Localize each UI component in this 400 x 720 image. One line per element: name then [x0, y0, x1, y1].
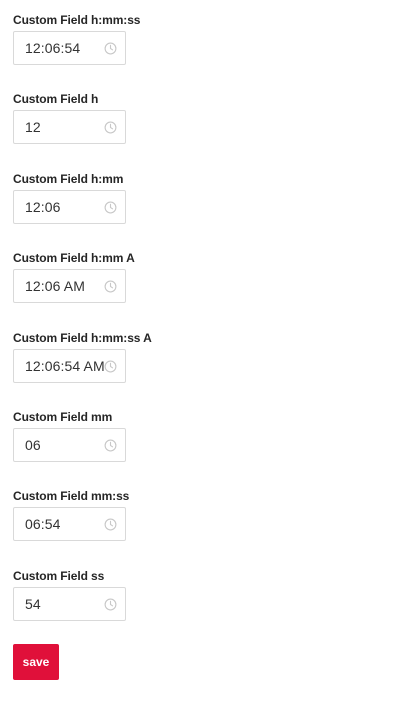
field-ss: Custom Field ss 54: [13, 569, 373, 648]
field-label: Custom Field h:mm:ss A: [13, 330, 152, 345]
field-label: Custom Field mm: [13, 409, 113, 424]
save-button[interactable]: save: [13, 644, 59, 680]
time-input-ss[interactable]: 54: [13, 586, 126, 621]
clock-icon: [104, 360, 117, 373]
field-h-mm-a: Custom Field h:mm A 12:06 AM: [13, 251, 373, 330]
time-input-h[interactable]: 12: [13, 110, 126, 145]
custom-fields-form: Custom Field h:mm:ss 12:06:54 Custom Fie…: [13, 13, 373, 648]
field-mm-ss: Custom Field mm:ss 06:54: [13, 489, 373, 568]
time-value: 12:06: [25, 198, 61, 215]
field-label: Custom Field ss: [13, 568, 105, 583]
time-value: 12: [25, 119, 41, 136]
clock-icon: [104, 121, 117, 134]
field-label: Custom Field h: [13, 92, 99, 107]
clock-icon: [104, 518, 117, 531]
time-value: 54: [25, 595, 41, 612]
field-h-mm-ss: Custom Field h:mm:ss 12:06:54: [13, 13, 373, 92]
time-input-h-mm-a[interactable]: 12:06 AM: [13, 269, 126, 304]
field-mm: Custom Field mm 06: [13, 410, 373, 489]
clock-icon: [104, 598, 117, 611]
time-input-h-mm[interactable]: 12:06: [13, 189, 126, 224]
time-value: 06:54: [25, 516, 61, 533]
field-h-mm-ss-a: Custom Field h:mm:ss A 12:06:54 AM: [13, 331, 373, 410]
clock-icon: [104, 280, 117, 293]
time-value: 12:06:54 AM: [25, 357, 105, 374]
time-value: 06: [25, 436, 41, 453]
field-label: Custom Field mm:ss: [13, 489, 130, 504]
time-input-h-mm-ss[interactable]: 12:06:54: [13, 31, 126, 65]
time-value: 12:06:54: [25, 40, 81, 56]
field-label: Custom Field h:mm:ss: [13, 13, 141, 27]
time-input-mm-ss[interactable]: 06:54: [13, 507, 126, 542]
clock-icon: [104, 201, 117, 214]
field-label: Custom Field h:mm: [13, 171, 124, 186]
time-input-h-mm-ss-a[interactable]: 12:06:54 AM: [13, 348, 126, 383]
field-h-mm: Custom Field h:mm 12:06: [13, 172, 373, 251]
time-input-mm[interactable]: 06: [13, 427, 126, 462]
clock-icon: [104, 42, 117, 55]
field-label: Custom Field h:mm A: [13, 251, 135, 266]
field-h: Custom Field h 12: [13, 92, 373, 171]
time-value: 12:06 AM: [25, 278, 85, 295]
clock-icon: [104, 439, 117, 452]
